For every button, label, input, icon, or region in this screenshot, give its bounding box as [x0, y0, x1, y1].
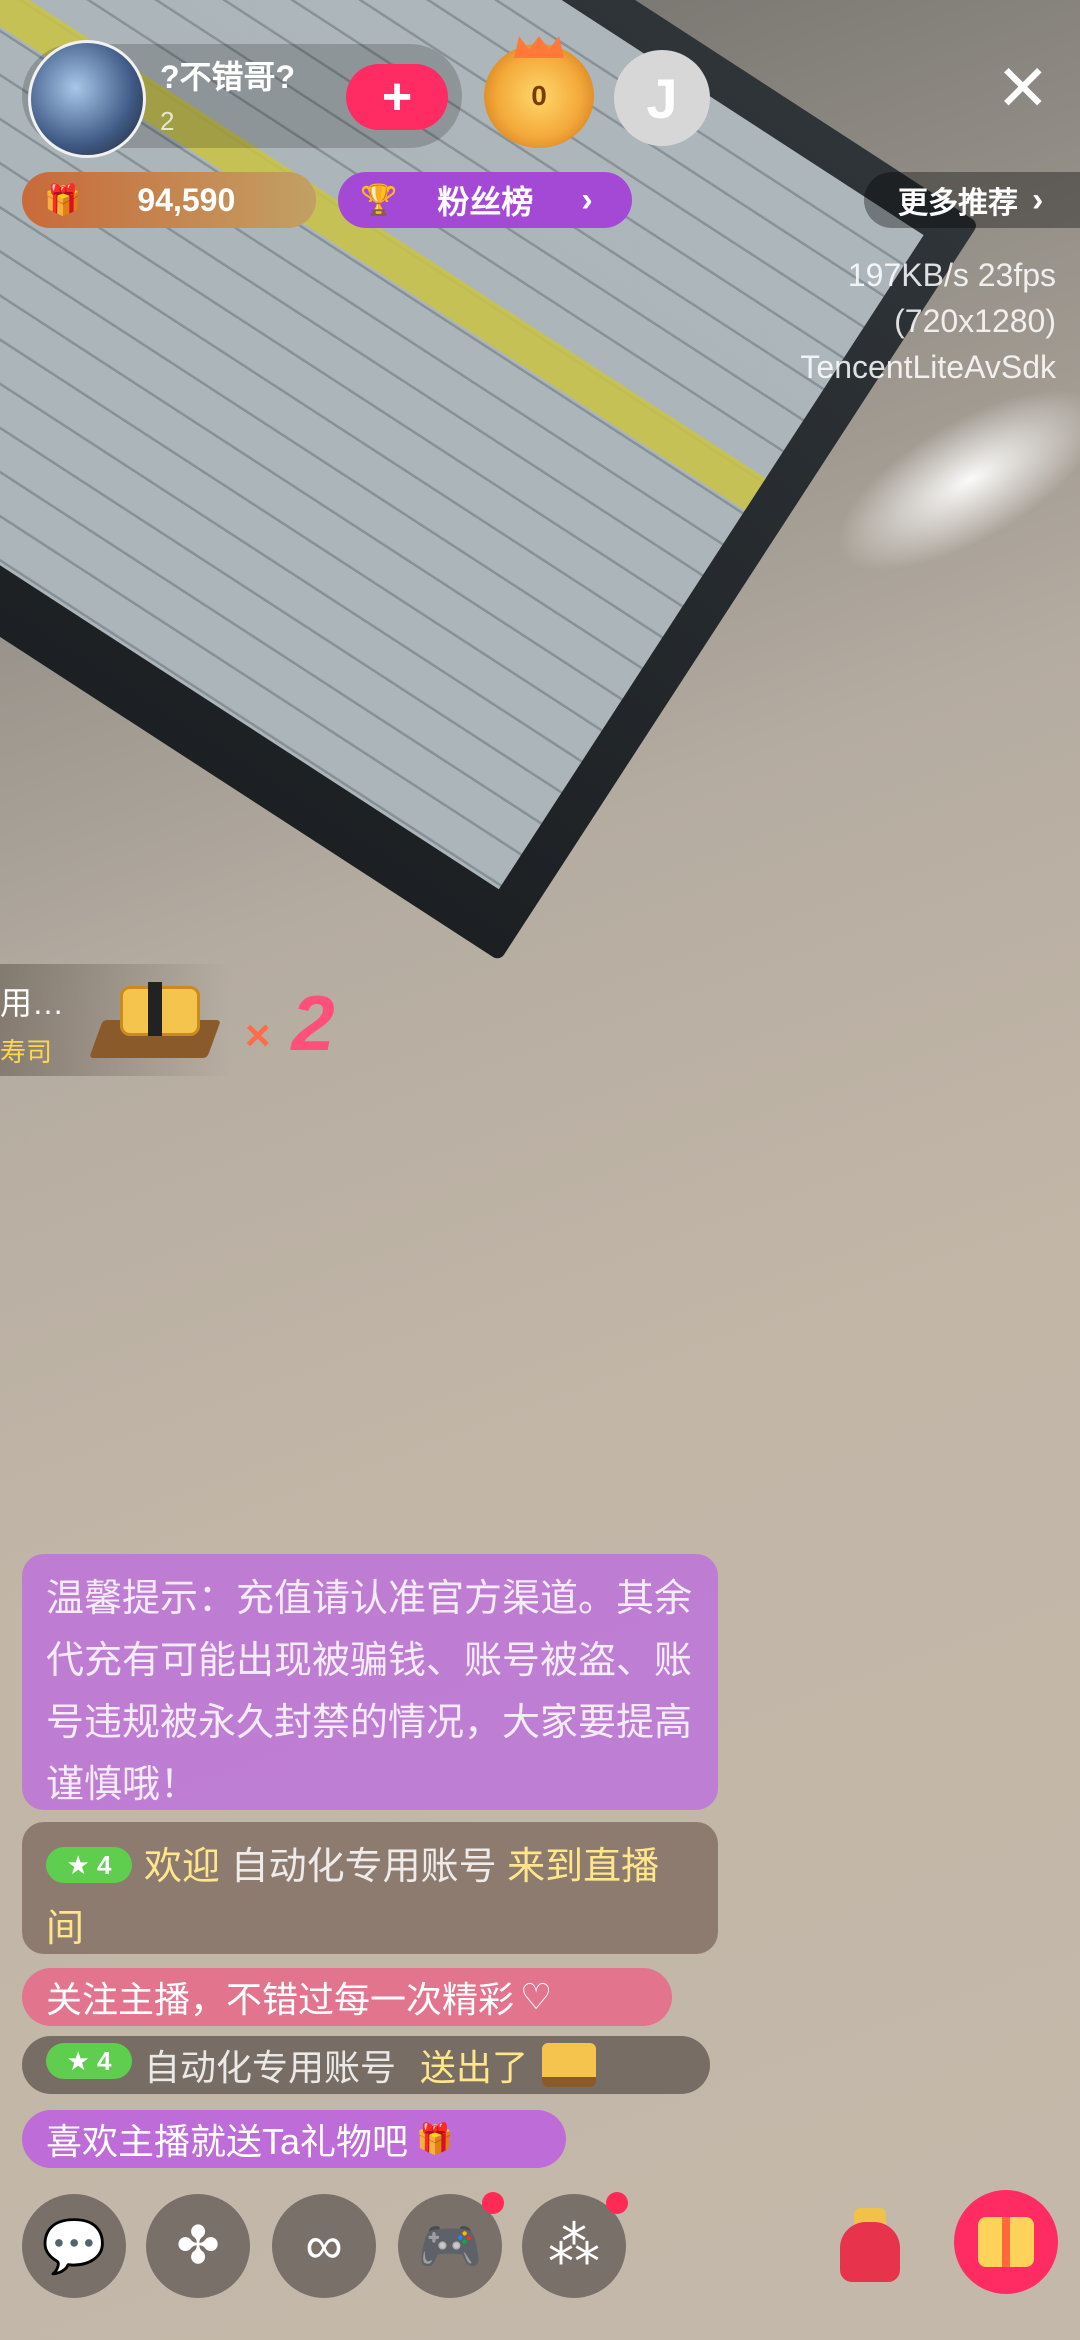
more-apps-icon: ⁂ [548, 2217, 600, 2275]
gift-prompt-message[interactable]: 喜欢主播就送Ta礼物吧 🎁 [22, 2110, 566, 2168]
gift-name: 寿司 [0, 1037, 53, 1067]
gift-box-icon [978, 2217, 1034, 2267]
gamepad-icon: 🎮 [417, 2217, 483, 2276]
more-recommend-button[interactable]: 更多推荐 › [864, 172, 1080, 228]
notification-dot [482, 2192, 504, 2214]
sushi-gift-icon [89, 980, 221, 1058]
system-notice-message: 温馨提示：充值请认准官方渠道。其余代充有可能出现被骗钱、账号被盗、账号违规被永久… [22, 1554, 718, 1810]
trophy-icon: 🏆 [360, 183, 398, 217]
coin-counter[interactable]: 🎁 94,590 [22, 172, 316, 228]
gamepad-button[interactable]: 🎮 [398, 2192, 504, 2298]
fans-ranking-label: 粉丝榜 [437, 184, 534, 220]
welcome-username[interactable]: 自动化专用账号 [231, 1846, 497, 1888]
stream-bitrate: 197KB/s 23fps [847, 257, 1056, 293]
host-avatar[interactable] [28, 40, 146, 158]
send-gift-button[interactable] [954, 2190, 1058, 2294]
gift-sent-message: ★ 4 自动化专用账号 送出了 [22, 2036, 710, 2094]
host-name: ?不错哥? [160, 59, 296, 95]
gift-prompt-text: 喜欢主播就送Ta礼物吧 [46, 2121, 409, 2162]
more-recommend-label: 更多推荐 [898, 187, 1018, 220]
follow-tip-message[interactable]: 关注主播，不错过每一次精彩 ♡ [22, 1968, 672, 2026]
coin-value: 94,590 [137, 181, 236, 218]
gift-icon: 🎁 [416, 2122, 454, 2156]
more-apps-button[interactable]: ⁂ [522, 2192, 628, 2298]
sushi-icon [542, 2043, 597, 2087]
combo-number: 2 [291, 979, 335, 1067]
link-button[interactable]: ∞ [272, 2194, 376, 2298]
gift-icon: 🎁 [44, 183, 82, 217]
gift-action-text: 送出了 [420, 2047, 529, 2088]
chevron-right-icon: › [1032, 180, 1044, 219]
user-level-badge: ★ 4 [46, 2043, 132, 2079]
welcome-prefix: 欢迎 [144, 1846, 221, 1888]
follow-button[interactable]: + [346, 64, 448, 130]
comment-button[interactable]: 💬 [22, 2194, 126, 2298]
fans-ranking-button[interactable]: 🏆 粉丝榜 › [338, 172, 632, 228]
follow-tip-text: 关注主播，不错过每一次精彩 [46, 1979, 515, 2020]
red-envelope-button[interactable] [834, 2208, 906, 2284]
games-icon: ✤ [176, 2217, 220, 2275]
medal-badge[interactable]: 0 [484, 44, 594, 148]
user-level-badge: ★ 4 [46, 1846, 132, 1883]
games-button[interactable]: ✤ [146, 2194, 250, 2298]
stream-resolution: (720x1280) [894, 303, 1056, 339]
stream-stats: 197KB/s 23fps (720x1280) TencentLiteAvSd… [800, 252, 1056, 390]
grey-avatar-icon[interactable]: J [614, 50, 710, 146]
multiplier-sign: × [244, 1011, 270, 1060]
gift-sender: 用… [0, 985, 65, 1021]
heart-icon: ♡ [520, 1976, 553, 2017]
medal-value: 0 [531, 80, 547, 111]
chevron-right-icon: › [581, 180, 593, 219]
welcome-message: ★ 4 欢迎 自动化专用账号 来到直播间 [22, 1822, 718, 1954]
stream-sdk: TencentLiteAvSdk [800, 349, 1056, 385]
gift-combo-count: × 2 [244, 984, 335, 1062]
gift-sender-username[interactable]: 自动化专用账号 [144, 2039, 396, 2091]
close-icon[interactable]: ✕ [996, 56, 1050, 120]
link-icon: ∞ [305, 2217, 343, 2275]
host-subtext: 2 [160, 106, 175, 136]
comment-icon: 💬 [41, 2217, 107, 2276]
notification-dot [606, 2192, 628, 2214]
